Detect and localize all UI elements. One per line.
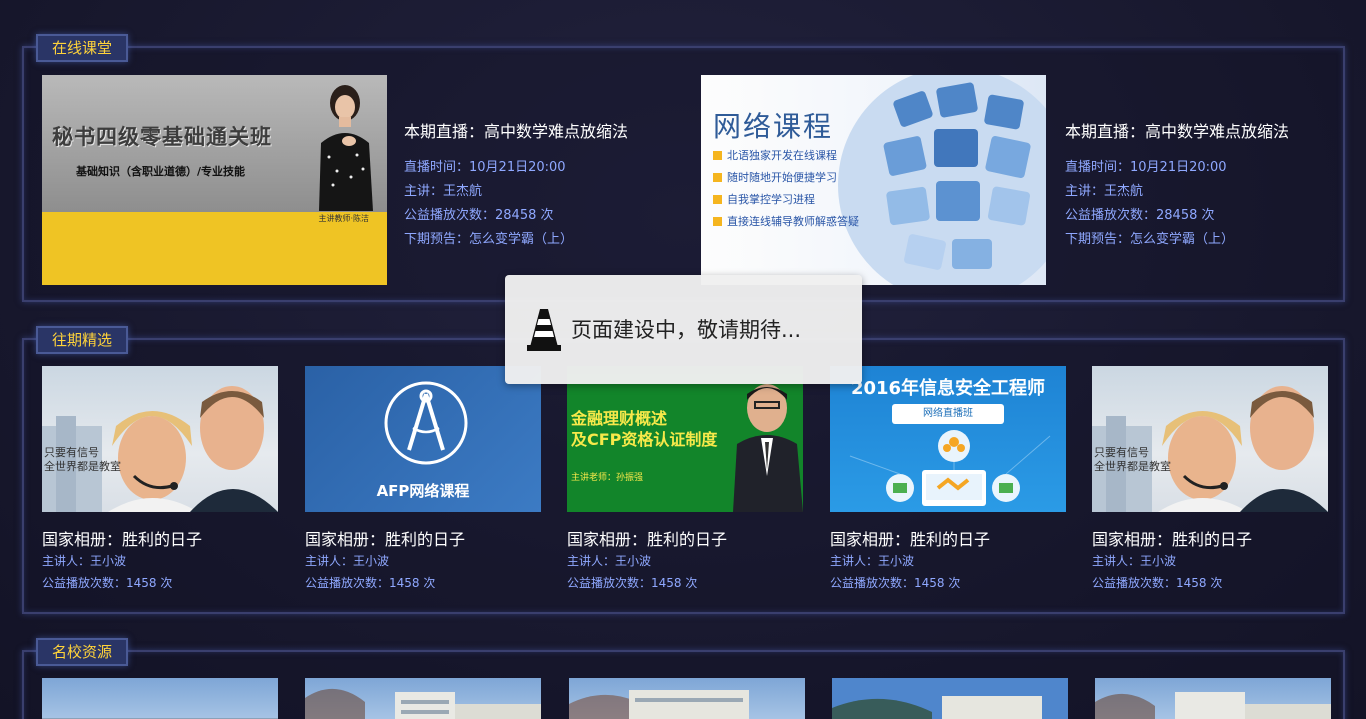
live-classroom-section: 在线课堂 秘书四级零基础通关班 基础知识（含职业道德）/专业技能 主讲教师·陈洁… xyxy=(22,34,1345,302)
live-time: 直播时间：10月21日20:00 xyxy=(1065,160,1227,175)
card-speaker: 主讲人：王小波 xyxy=(1092,554,1177,568)
people-photo xyxy=(1092,386,1328,512)
card-title[interactable]: 国家相册：胜利的日子 xyxy=(567,526,803,550)
people-photo xyxy=(42,386,278,512)
thumb-bullet: 随时随地开始便捷学习 xyxy=(713,167,859,189)
card-thumbnail[interactable]: 只要有信号 全世界都是教室 xyxy=(1092,366,1328,512)
school-thumbnail[interactable] xyxy=(1095,678,1331,719)
card-speaker: 主讲人：王小波 xyxy=(567,554,652,568)
card-plays: 公益播放次数：1458 次 xyxy=(42,576,173,590)
card-title[interactable]: 国家相册：胜利的日子 xyxy=(1092,526,1328,550)
live-title[interactable]: 本期直播：高中数学难点放缩法 xyxy=(1065,118,1355,142)
card-speaker: 主讲人：王小波 xyxy=(830,554,915,568)
school-thumbnail[interactable] xyxy=(569,678,805,719)
img-caption: 金融理财概述 及CFP资格认证制度 xyxy=(571,408,717,450)
under-construction-popup: 页面建设中，敬请期待... xyxy=(505,275,862,384)
img-caption-line: 及CFP资格认证制度 xyxy=(571,430,718,449)
schools-section: 名校资源 xyxy=(22,638,1345,719)
thumb-bullet: 直接连线辅导教师解惑答疑 xyxy=(713,211,859,233)
img-caption: 只要有信号 xyxy=(44,446,99,459)
card-speaker: 主讲人：王小波 xyxy=(305,554,390,568)
img-caption: 全世界都是教室 xyxy=(44,460,121,473)
school-thumbnail[interactable] xyxy=(42,678,278,719)
live-speaker: 主讲：王杰航 xyxy=(1065,184,1144,199)
img-caption: 全世界都是教室 xyxy=(1094,460,1171,473)
card-thumbnail[interactable]: 2016年信息安全工程师 网络直播班 xyxy=(830,366,1066,512)
live-thumbnail-2[interactable]: 网络课程 北语独家开发在线课程 随时随地开始便捷学习 自我掌控学习进程 直接连线… xyxy=(701,75,1046,285)
card-title[interactable]: 国家相册：胜利的日子 xyxy=(42,526,278,550)
popup-message: 页面建设中，敬请期待... xyxy=(571,318,802,342)
history-card[interactable]: 只要有信号 全世界都是教室 国家相册：胜利的日子 主讲人：王小波 公益播放次数：… xyxy=(1092,366,1328,594)
img-caption: 只要有信号 xyxy=(1094,446,1149,459)
campus-photo xyxy=(832,678,1068,719)
live-info-1: 本期直播：高中数学难点放缩法 直播时间：10月21日20:00 主讲：王杰航 公… xyxy=(404,118,694,252)
thumb-title: 网络课程 xyxy=(713,110,834,143)
live-plays: 公益播放次数：28458 次 xyxy=(404,208,554,223)
campus-photo xyxy=(305,688,541,719)
traffic-cone-icon xyxy=(527,309,561,351)
card-plays: 公益播放次数：1458 次 xyxy=(1092,576,1223,590)
thumb-title: 秘书四级零基础通关班 xyxy=(52,125,272,149)
live-speaker: 主讲：王杰航 xyxy=(404,184,483,199)
card-title[interactable]: 国家相册：胜利的日子 xyxy=(830,526,1066,550)
history-card[interactable]: AFP网络课程 国家相册：胜利的日子 主讲人：王小波 公益播放次数：1458 次 xyxy=(305,366,541,594)
img-badge: 网络直播班 xyxy=(892,404,1004,424)
card-thumbnail[interactable]: 只要有信号 全世界都是教室 xyxy=(42,366,278,512)
live-title[interactable]: 本期直播：高中数学难点放缩法 xyxy=(404,118,694,142)
thumb-bullet: 自我掌控学习进程 xyxy=(713,189,859,211)
live-time: 直播时间：10月21日20:00 xyxy=(404,160,566,175)
live-thumbnail-1[interactable]: 秘书四级零基础通关班 基础知识（含职业道德）/专业技能 主讲教师·陈洁 xyxy=(42,75,387,285)
campus-photo xyxy=(1095,692,1331,719)
history-card[interactable]: 金融理财概述 及CFP资格认证制度 主讲老师：孙振强 国家相册：胜利的日子 主讲… xyxy=(567,366,803,594)
card-thumbnail[interactable]: AFP网络课程 xyxy=(305,366,541,512)
thumb-bullet-list: 北语独家开发在线课程 随时随地开始便捷学习 自我掌控学习进程 直接连线辅导教师解… xyxy=(713,145,859,233)
card-plays: 公益播放次数：1458 次 xyxy=(305,576,436,590)
card-plays: 公益播放次数：1458 次 xyxy=(567,576,698,590)
img-subcaption: 主讲老师：孙振强 xyxy=(571,473,644,483)
section-tag-history: 往期精选 xyxy=(36,326,129,354)
live-next: 下期预告：怎么变学霸（上） xyxy=(404,232,574,247)
img-caption: 2016年信息安全工程师 xyxy=(850,378,1046,399)
img-caption: AFP网络课程 xyxy=(376,482,470,500)
thumb-signature: 主讲教师·陈洁 xyxy=(318,214,369,223)
thumb-subtitle: 基础知识（含职业道德）/专业技能 xyxy=(76,165,246,178)
card-title[interactable]: 国家相册：胜利的日子 xyxy=(305,526,541,550)
school-thumbnail[interactable] xyxy=(305,678,541,719)
section-tag-schools: 名校资源 xyxy=(36,638,129,666)
school-thumbnail[interactable] xyxy=(832,678,1068,719)
history-card[interactable]: 2016年信息安全工程师 网络直播班 国家相册：胜利的日子 主讲人：王小波 公益… xyxy=(830,366,1066,594)
card-speaker: 主讲人：王小波 xyxy=(42,554,127,568)
campus-photo xyxy=(569,690,749,719)
card-plays: 公益播放次数：1458 次 xyxy=(830,576,961,590)
live-info-2: 本期直播：高中数学难点放缩法 直播时间：10月21日20:00 主讲：王杰航 公… xyxy=(1065,118,1355,252)
history-card[interactable]: 只要有信号 全世界都是教室 国家相册：胜利的日子 主讲人：王小波 公益播放次数：… xyxy=(42,366,278,594)
section-tag-live: 在线课堂 xyxy=(36,34,129,62)
thumb-bullet: 北语独家开发在线课程 xyxy=(713,145,859,167)
teacher-photo xyxy=(319,85,373,211)
campus-photo xyxy=(42,718,278,719)
card-thumbnail[interactable]: 金融理财概述 及CFP资格认证制度 主讲老师：孙振强 xyxy=(567,366,803,512)
globe-graphic xyxy=(838,75,1046,285)
img-caption-line: 金融理财概述 xyxy=(571,409,668,428)
live-plays: 公益播放次数：28458 次 xyxy=(1065,208,1215,223)
live-next: 下期预告：怎么变学霸（上） xyxy=(1065,232,1235,247)
